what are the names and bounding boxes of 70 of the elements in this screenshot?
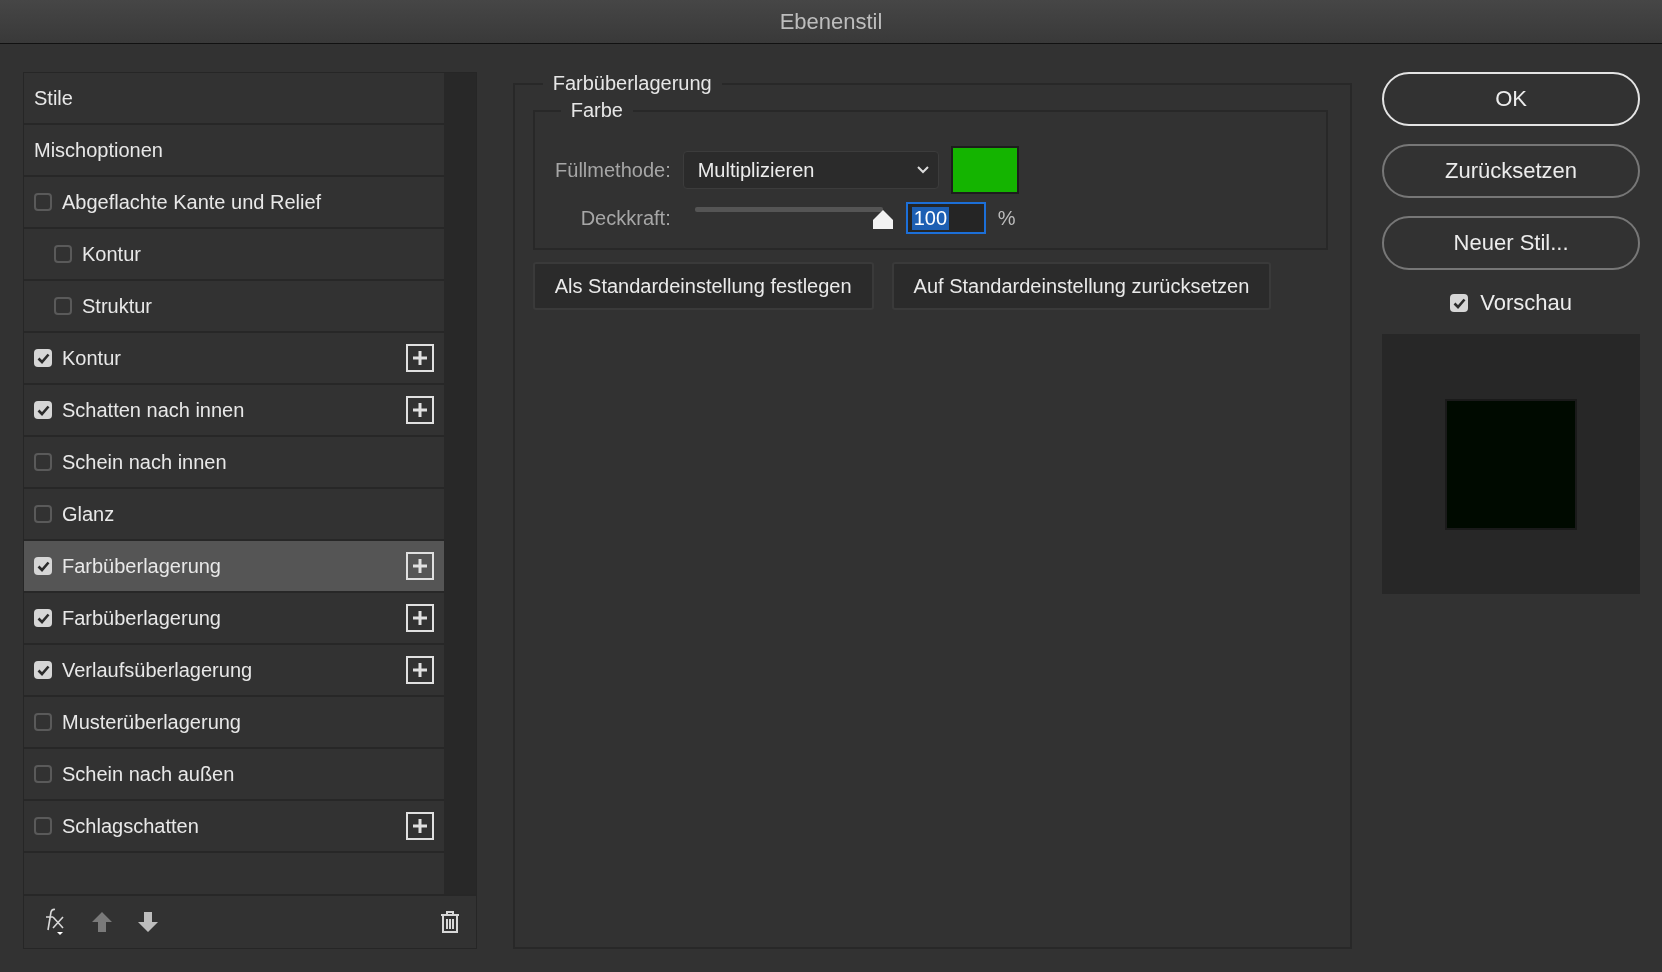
style-item-label: Glanz	[62, 502, 116, 526]
arrow-up-icon[interactable]	[90, 910, 114, 934]
default-button[interactable]: Als Standardeinstellung festlegen	[532, 262, 874, 310]
checkbox[interactable]	[34, 765, 52, 783]
dialog-button[interactable]: OK	[1382, 72, 1640, 126]
style-list-item[interactable]: Stile	[24, 73, 444, 125]
window-title: Ebenenstil	[779, 8, 883, 35]
style-item-label: Verlaufsüberlagerung	[62, 658, 254, 682]
dialog-button[interactable]: Zurücksetzen	[1382, 144, 1640, 198]
style-list-item[interactable]: Musterüberlagerung	[24, 697, 444, 749]
style-item-label: Schatten nach innen	[62, 398, 246, 422]
style-list-item[interactable]: Schein nach außen	[24, 749, 444, 801]
add-icon[interactable]	[406, 656, 434, 684]
checkbox[interactable]	[54, 245, 72, 263]
chevron-icon	[915, 165, 930, 175]
style-item-label: Farbüberlagerung	[62, 554, 222, 578]
section-title: Farbüberlagerung	[551, 72, 713, 95]
style-item-label: Mischoptionen	[34, 138, 164, 162]
trash-icon[interactable]	[438, 910, 461, 934]
add-icon[interactable]	[406, 344, 434, 372]
checkbox[interactable]	[54, 297, 72, 315]
checkbox[interactable]	[34, 453, 52, 471]
checkbox[interactable]	[34, 713, 52, 731]
add-icon[interactable]	[406, 604, 434, 632]
style-list-item[interactable]: Kontur	[24, 333, 444, 385]
style-list-item[interactable]: Mischoptionen	[24, 125, 444, 177]
checkbox[interactable]	[1450, 294, 1469, 312]
arrow-down-icon[interactable]	[136, 910, 160, 934]
checkbox[interactable]	[34, 505, 52, 523]
checkbox[interactable]	[34, 661, 52, 679]
checkbox[interactable]	[34, 609, 52, 627]
style-list-item[interactable]: Abgeflachte Kante und Relief	[24, 177, 444, 229]
add-icon[interactable]	[406, 812, 434, 840]
blend-mode-dropdown[interactable]: Multiplizieren	[682, 151, 939, 189]
checkbox[interactable]	[34, 349, 52, 367]
slider-thumb[interactable]	[871, 209, 894, 231]
style-list-item[interactable]: Farbüberlagerung	[24, 541, 444, 593]
style-item-label: Musterüberlagerung	[62, 710, 242, 734]
group-title: Farbe	[569, 99, 624, 122]
style-item-label: Schein nach innen	[62, 450, 228, 474]
style-item-label: Abgeflachte Kante und Relief	[62, 190, 323, 214]
style-list-item[interactable]: Glanz	[24, 489, 444, 541]
add-icon[interactable]	[406, 396, 434, 424]
style-list-item[interactable]: Verlaufsüberlagerung	[24, 645, 444, 697]
add-icon[interactable]	[406, 552, 434, 580]
style-item-label: Farbüberlagerung	[62, 606, 222, 630]
style-list-item[interactable]: Schein nach innen	[24, 437, 444, 489]
style-item-label: Schlagschatten	[62, 814, 200, 838]
style-item-label: Schein nach außen	[62, 762, 236, 786]
opacity-input[interactable]: 100	[905, 202, 986, 234]
default-button[interactable]: Auf Standardeinstellung zurücksetzen	[891, 262, 1272, 310]
dialog-button[interactable]: Neuer Stil...	[1382, 216, 1640, 270]
checkbox[interactable]	[34, 817, 52, 835]
field-label: Füllmethode:	[554, 158, 671, 182]
unit-label: %	[997, 206, 1016, 230]
style-list-item[interactable]: Schatten nach innen	[24, 385, 444, 437]
checkbox[interactable]	[34, 557, 52, 575]
style-list-item[interactable]: Farbüberlagerung	[24, 593, 444, 645]
checkbox[interactable]	[34, 193, 52, 211]
style-list-item[interactable]: Schlagschatten	[24, 801, 444, 853]
style-list-item[interactable]: Kontur	[24, 229, 444, 281]
checkbox-label: Vorschau	[1480, 290, 1572, 316]
style-list-item[interactable]: Struktur	[24, 281, 444, 333]
checkbox[interactable]	[34, 401, 52, 419]
style-item-label: Stile	[34, 86, 74, 110]
style-item-label: Kontur	[82, 242, 142, 266]
style-item-label: Kontur	[62, 346, 122, 370]
field-label: Deckkraft:	[579, 206, 671, 230]
color-swatch[interactable]	[950, 146, 1019, 194]
style-item-label: Struktur	[82, 294, 154, 318]
